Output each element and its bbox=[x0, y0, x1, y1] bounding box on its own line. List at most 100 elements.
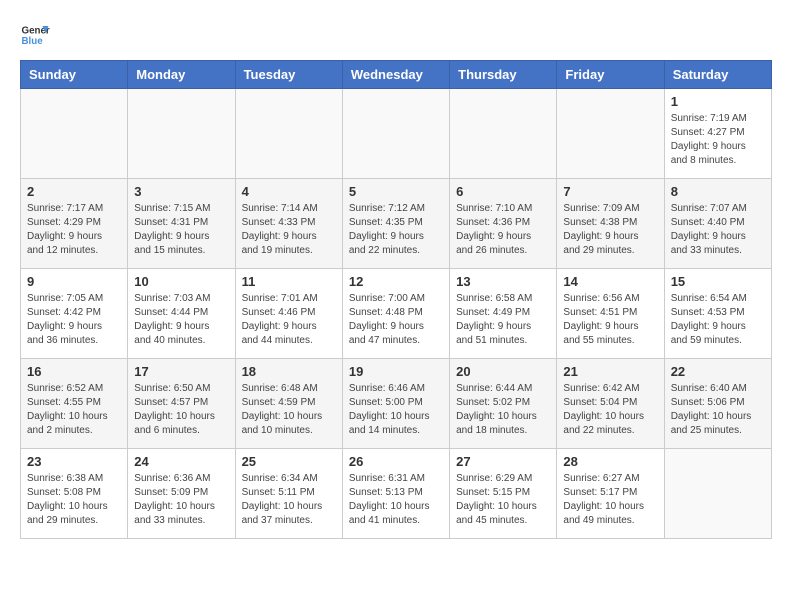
day-info: Sunrise: 6:38 AM Sunset: 5:08 PM Dayligh… bbox=[27, 472, 121, 528]
calendar-cell: 26 Sunrise: 6:31 AM Sunset: 5:13 PM Dayli… bbox=[342, 449, 449, 539]
calendar-cell: 15 Sunrise: 6:54 AM Sunset: 4:53 PM Dayli… bbox=[664, 269, 771, 359]
calendar-cell: 25 Sunrise: 6:34 AM Sunset: 5:11 PM Dayli… bbox=[235, 449, 342, 539]
day-number: 24 bbox=[134, 454, 228, 469]
calendar-cell: 7 Sunrise: 7:09 AM Sunset: 4:38 PM Daylig… bbox=[557, 179, 664, 269]
calendar-cell: 8Sunrise: 7:07 AM Sunset: 4:40 PM Daylig… bbox=[664, 179, 771, 269]
calendar-header-row: SundayMondayTuesdayWednesdayThursdayFrid… bbox=[21, 61, 772, 89]
calendar-cell: 2 Sunrise: 7:17 AM Sunset: 4:29 PM Daylig… bbox=[21, 179, 128, 269]
day-info: Sunrise: 6:36 AM Sunset: 5:09 PM Dayligh… bbox=[134, 472, 228, 528]
day-info: Sunrise: 7:07 AM Sunset: 4:40 PM Dayligh… bbox=[671, 202, 765, 258]
day-info: Sunrise: 7:10 AM Sunset: 4:36 PM Dayligh… bbox=[456, 202, 550, 258]
calendar-cell: 18 Sunrise: 6:48 AM Sunset: 4:59 PM Dayli… bbox=[235, 359, 342, 449]
day-number: 9 bbox=[27, 274, 121, 289]
day-number: 27 bbox=[456, 454, 550, 469]
day-number: 6 bbox=[456, 184, 550, 199]
calendar-cell bbox=[235, 89, 342, 179]
day-number: 10 bbox=[134, 274, 228, 289]
day-number: 1 bbox=[671, 94, 765, 109]
day-number: 7 bbox=[563, 184, 657, 199]
column-header-friday: Friday bbox=[557, 61, 664, 89]
calendar-cell: 5 Sunrise: 7:12 AM Sunset: 4:35 PM Daylig… bbox=[342, 179, 449, 269]
day-number: 28 bbox=[563, 454, 657, 469]
calendar-cell: 21Sunrise: 6:42 AM Sunset: 5:04 PM Dayli… bbox=[557, 359, 664, 449]
calendar-cell bbox=[557, 89, 664, 179]
calendar-cell: 3Sunrise: 7:15 AM Sunset: 4:31 PM Daylig… bbox=[128, 179, 235, 269]
calendar-cell: 23 Sunrise: 6:38 AM Sunset: 5:08 PM Dayli… bbox=[21, 449, 128, 539]
calendar-cell: 6 Sunrise: 7:10 AM Sunset: 4:36 PM Daylig… bbox=[450, 179, 557, 269]
day-info: Sunrise: 7:17 AM Sunset: 4:29 PM Dayligh… bbox=[27, 202, 121, 258]
calendar-week-4: 16 Sunrise: 6:52 AM Sunset: 4:55 PM Dayli… bbox=[21, 359, 772, 449]
calendar-cell: 4Sunrise: 7:14 AM Sunset: 4:33 PM Daylig… bbox=[235, 179, 342, 269]
day-number: 15 bbox=[671, 274, 765, 289]
calendar-cell: 20 Sunrise: 6:44 AM Sunset: 5:02 PM Dayli… bbox=[450, 359, 557, 449]
day-number: 23 bbox=[27, 454, 121, 469]
calendar-cell bbox=[128, 89, 235, 179]
day-info: Sunrise: 6:50 AM Sunset: 4:57 PM Dayligh… bbox=[134, 382, 228, 438]
day-info: Sunrise: 7:00 AM Sunset: 4:48 PM Dayligh… bbox=[349, 292, 443, 348]
logo: General Blue bbox=[20, 20, 50, 50]
calendar-cell: 24 Sunrise: 6:36 AM Sunset: 5:09 PM Dayli… bbox=[128, 449, 235, 539]
calendar-week-3: 9 Sunrise: 7:05 AM Sunset: 4:42 PM Daylig… bbox=[21, 269, 772, 359]
calendar-cell: 22 Sunrise: 6:40 AM Sunset: 5:06 PM Dayli… bbox=[664, 359, 771, 449]
calendar-table: SundayMondayTuesdayWednesdayThursdayFrid… bbox=[20, 60, 772, 539]
column-header-monday: Monday bbox=[128, 61, 235, 89]
day-number: 19 bbox=[349, 364, 443, 379]
calendar-week-5: 23 Sunrise: 6:38 AM Sunset: 5:08 PM Dayli… bbox=[21, 449, 772, 539]
day-info: Sunrise: 7:09 AM Sunset: 4:38 PM Dayligh… bbox=[563, 202, 657, 258]
day-number: 5 bbox=[349, 184, 443, 199]
day-number: 12 bbox=[349, 274, 443, 289]
day-info: Sunrise: 7:12 AM Sunset: 4:35 PM Dayligh… bbox=[349, 202, 443, 258]
calendar-week-1: 1 Sunrise: 7:19 AM Sunset: 4:27 PM Daylig… bbox=[21, 89, 772, 179]
calendar-cell: 27 Sunrise: 6:29 AM Sunset: 5:15 PM Dayli… bbox=[450, 449, 557, 539]
calendar-cell bbox=[21, 89, 128, 179]
day-number: 22 bbox=[671, 364, 765, 379]
day-info: Sunrise: 6:54 AM Sunset: 4:53 PM Dayligh… bbox=[671, 292, 765, 348]
day-info: Sunrise: 6:48 AM Sunset: 4:59 PM Dayligh… bbox=[242, 382, 336, 438]
day-number: 16 bbox=[27, 364, 121, 379]
column-header-saturday: Saturday bbox=[664, 61, 771, 89]
day-number: 13 bbox=[456, 274, 550, 289]
day-info: Sunrise: 6:52 AM Sunset: 4:55 PM Dayligh… bbox=[27, 382, 121, 438]
column-header-tuesday: Tuesday bbox=[235, 61, 342, 89]
column-header-sunday: Sunday bbox=[21, 61, 128, 89]
day-info: Sunrise: 6:58 AM Sunset: 4:49 PM Dayligh… bbox=[456, 292, 550, 348]
calendar-week-2: 2 Sunrise: 7:17 AM Sunset: 4:29 PM Daylig… bbox=[21, 179, 772, 269]
day-info: Sunrise: 7:05 AM Sunset: 4:42 PM Dayligh… bbox=[27, 292, 121, 348]
day-number: 17 bbox=[134, 364, 228, 379]
day-number: 14 bbox=[563, 274, 657, 289]
calendar-cell: 28 Sunrise: 6:27 AM Sunset: 5:17 PM Dayli… bbox=[557, 449, 664, 539]
day-info: Sunrise: 7:03 AM Sunset: 4:44 PM Dayligh… bbox=[134, 292, 228, 348]
day-info: Sunrise: 7:19 AM Sunset: 4:27 PM Dayligh… bbox=[671, 112, 765, 168]
page-header: General Blue bbox=[20, 20, 772, 50]
calendar-cell bbox=[342, 89, 449, 179]
day-info: Sunrise: 6:29 AM Sunset: 5:15 PM Dayligh… bbox=[456, 472, 550, 528]
day-info: Sunrise: 6:46 AM Sunset: 5:00 PM Dayligh… bbox=[349, 382, 443, 438]
calendar-cell: 14 Sunrise: 6:56 AM Sunset: 4:51 PM Dayli… bbox=[557, 269, 664, 359]
day-info: Sunrise: 7:01 AM Sunset: 4:46 PM Dayligh… bbox=[242, 292, 336, 348]
calendar-cell: 12 Sunrise: 7:00 AM Sunset: 4:48 PM Dayli… bbox=[342, 269, 449, 359]
day-info: Sunrise: 6:44 AM Sunset: 5:02 PM Dayligh… bbox=[456, 382, 550, 438]
calendar-cell: 10 Sunrise: 7:03 AM Sunset: 4:44 PM Dayli… bbox=[128, 269, 235, 359]
day-info: Sunrise: 6:42 AM Sunset: 5:04 PM Dayligh… bbox=[563, 382, 657, 438]
day-number: 11 bbox=[242, 274, 336, 289]
day-number: 3 bbox=[134, 184, 228, 199]
column-header-wednesday: Wednesday bbox=[342, 61, 449, 89]
day-info: Sunrise: 6:56 AM Sunset: 4:51 PM Dayligh… bbox=[563, 292, 657, 348]
column-header-thursday: Thursday bbox=[450, 61, 557, 89]
day-number: 25 bbox=[242, 454, 336, 469]
day-info: Sunrise: 6:27 AM Sunset: 5:17 PM Dayligh… bbox=[563, 472, 657, 528]
calendar-cell bbox=[450, 89, 557, 179]
calendar-cell: 17 Sunrise: 6:50 AM Sunset: 4:57 PM Dayli… bbox=[128, 359, 235, 449]
day-info: Sunrise: 6:34 AM Sunset: 5:11 PM Dayligh… bbox=[242, 472, 336, 528]
calendar-cell: 16 Sunrise: 6:52 AM Sunset: 4:55 PM Dayli… bbox=[21, 359, 128, 449]
svg-text:Blue: Blue bbox=[22, 36, 44, 47]
day-number: 26 bbox=[349, 454, 443, 469]
day-info: Sunrise: 6:40 AM Sunset: 5:06 PM Dayligh… bbox=[671, 382, 765, 438]
day-info: Sunrise: 6:31 AM Sunset: 5:13 PM Dayligh… bbox=[349, 472, 443, 528]
day-number: 18 bbox=[242, 364, 336, 379]
calendar-cell: 11 Sunrise: 7:01 AM Sunset: 4:46 PM Dayli… bbox=[235, 269, 342, 359]
day-number: 2 bbox=[27, 184, 121, 199]
day-number: 20 bbox=[456, 364, 550, 379]
calendar-cell bbox=[664, 449, 771, 539]
day-info: Sunrise: 7:14 AM Sunset: 4:33 PM Dayligh… bbox=[242, 202, 336, 258]
